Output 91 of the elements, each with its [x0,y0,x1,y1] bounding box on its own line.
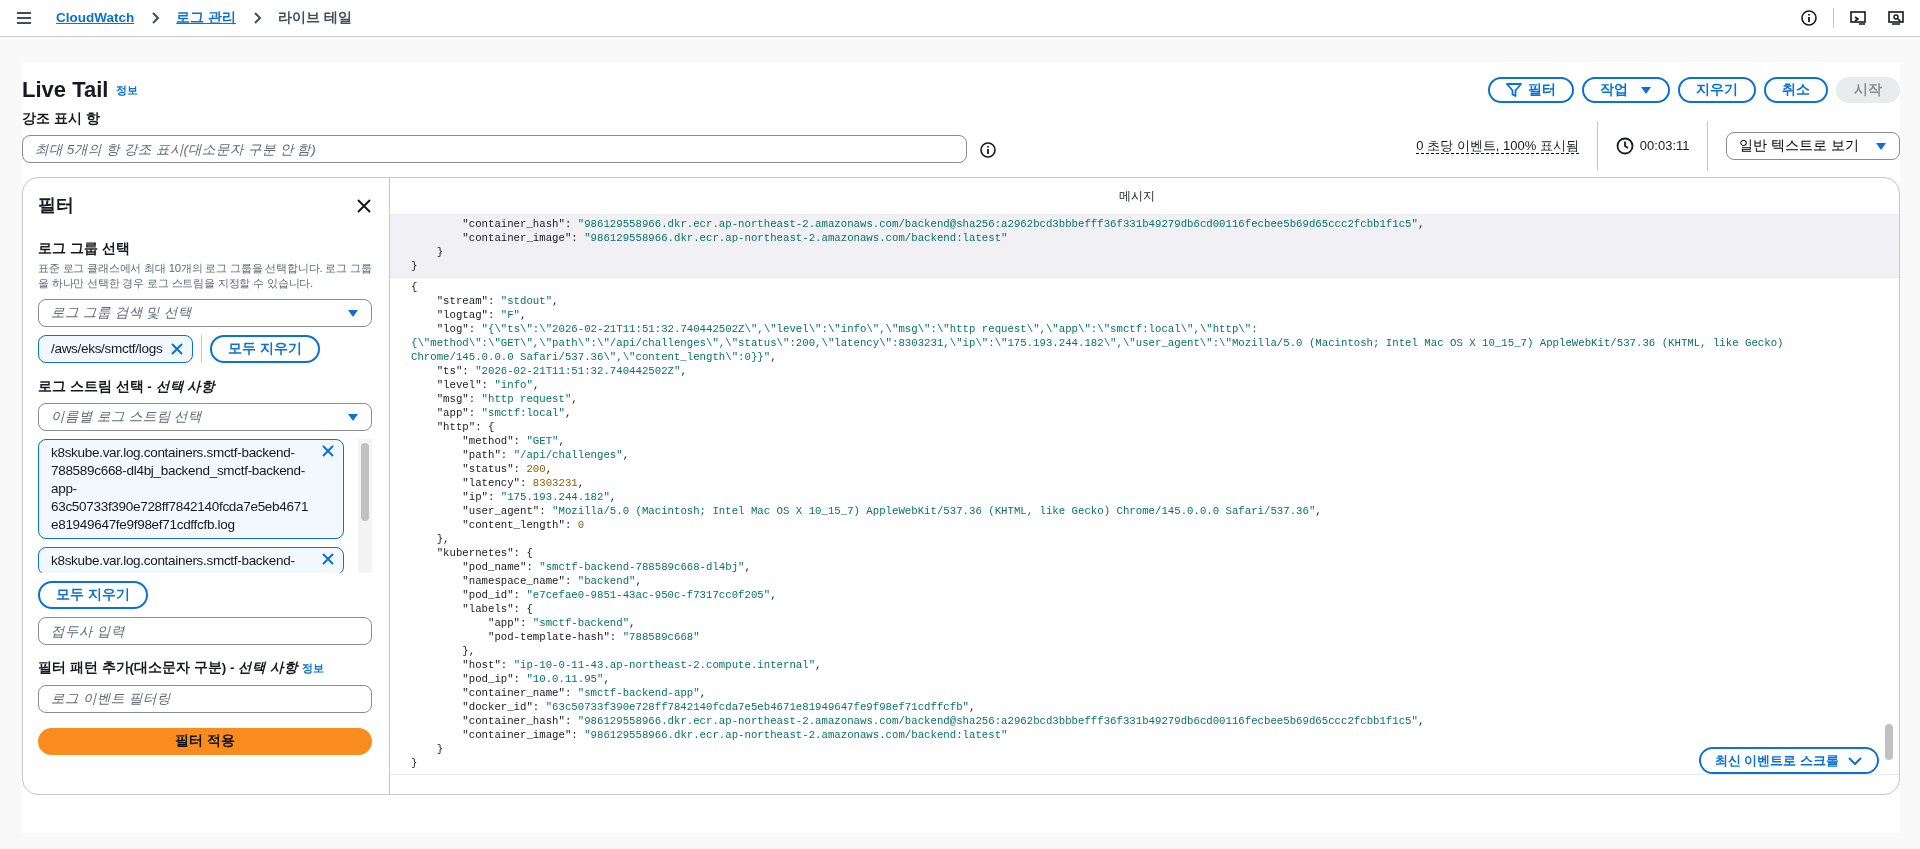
log-line: "ts": "2026-02-21T11:51:32.740442502Z", [435,364,687,378]
menu-icon[interactable] [16,10,32,26]
log-line: } [411,756,418,770]
log-line: {\"method\":\"GET\",\"path\":\"/api/challenges\",\"status\":200,\"latency\":8303231,\"ip\":\"175.193.244.182\",\"user_agent\":\"Mozilla/5.0 (Macintosh; Intel Mac OS X 10_15_7) AppleWebKit/537.36 (KHTML, like Gecko) [411,336,1784,350]
log-line: "pod_name": "smctf-backend-788589c668-dl4bj", [461,560,751,574]
log-line: "path": "/api/challenges", [461,448,630,462]
log-line: "msg": "http request", [435,392,578,406]
log-line: } [435,245,444,259]
info-icon[interactable] [1801,10,1817,26]
log-line: }, [435,532,450,546]
log-line: { [411,280,418,294]
action-button[interactable]: 필터 [1488,77,1574,103]
log-line: "namespace_name": "backend", [461,574,642,588]
log-line: "http": { [435,420,495,434]
remove-icon[interactable] [321,444,335,458]
log-line: "pod_id": "e7cefae0-9851-43ac-950c-f7317cc0f205", [461,588,777,602]
field-description: 표준 로그 클래스에서 최대 10개의 로그 그룹을 선택합니다. 로그 그룹을 하나만 선택한 경우 로그 스트림을 지정할 수 있습니다. [38,261,372,291]
log-line: "stream": "stdout", [435,294,559,308]
log-line: "host": "ip-10-0-11-43.ap-northeast-2.compute.internal", [461,658,822,672]
clear-all-button[interactable]: 모두 지우기 [38,581,148,609]
monitor-icon[interactable] [1888,10,1904,26]
log-line: "container_hash": "986129558966.dkr.ecr.ap-northeast-2.amazonaws.com/backend@sha256:a2962bcd3bbbefff36f331b49279db6cd00116fecbee5b69d65ccc2fcbb1f1c5", [461,714,1425,728]
log-line: "logtag": "F", [435,308,527,322]
log-line: "latency": 8303231, [461,476,585,490]
field-label: 필터 패턴 추가(대소문자 구분) - 선택 사항 [38,660,298,677]
panel-title: 필터 [38,194,74,217]
caret-icon [1640,85,1652,95]
scrollbar-thumb[interactable] [361,443,369,521]
apply-filter-button[interactable]: 필터 적용 [38,727,372,755]
log-line: Chrome/145.0.0.0 Safari/537.36\",\"content_length\":0}}", [411,350,777,364]
info-icon[interactable] [980,142,996,158]
action-button[interactable]: 지우기 [1678,77,1756,103]
info-link[interactable]: 정보 [116,81,139,99]
scrollbar-thumb[interactable] [1885,724,1893,760]
log-line: "user_agent": "Mozilla/5.0 (Macintosh; Intel Mac OS X 10_15_7) AppleWebKit/537.36 (KHTML, like Gecko) Chrome/145.0.0.0 Safari/537.36", [461,504,1322,518]
clock-icon [1615,137,1634,155]
log-line: "container_image": "986129558966.dkr.ecr.ap-northeast-2.amazonaws.com/backend:latest" [461,728,1008,742]
log-event-row[interactable] [390,215,1899,278]
filter-pattern-input[interactable]: 로그 이벤트 필터링 [38,684,372,713]
log-line: "kubernetes": { [435,546,533,560]
remove-icon[interactable] [321,552,335,566]
page-title: Live Tail [22,77,109,103]
breadcrumb-link[interactable]: CloudWatch [56,7,135,29]
log-line: "pod-template-hash": "788589c668" [486,630,700,644]
breadcrumb-current: 라이브 테일 [278,8,352,27]
field-label: 로그 스트림 선택 - 선택 사항 [38,379,217,395]
event-rate-text: 0 초당 이벤트, 100% 표시됨 [1416,138,1579,154]
scroll-to-latest-button[interactable]: 최신 이벤트로 스크롤 [1698,747,1879,774]
field-label: 강조 표시 항 [22,111,101,127]
log-line: "content_length": 0 [461,518,585,532]
log-line: "level": "info", [435,378,540,392]
clear-all-button[interactable]: 모두 지우기 [210,335,321,363]
caret-icon [347,308,359,318]
log-line: "container_hash": "986129558966.dkr.ecr.ap-northeast-2.amazonaws.com/backend@sha256:a2962bcd3bbbefff36f331b49279db6cd00116fecbee5b69d65ccc2fcbb1f1c5", [461,217,1425,231]
caret-icon [347,412,359,422]
log-line: "container_name": "smctf-backend-app", [461,686,707,700]
select-field[interactable]: 이름별 로그 스트림 선택 [38,403,372,431]
log-line: } [435,742,444,756]
chevron-right-icon [150,11,161,25]
log-line: "method": "GET", [461,434,565,448]
caret-icon [1875,141,1887,151]
log-line: "pod_ip": "10.0.11.95", [461,672,610,686]
log-line: } [411,259,418,273]
info-link[interactable]: 정보 [302,660,324,677]
chevron-right-icon [252,11,262,25]
elapsed-time: 00:03:11 [1639,137,1690,156]
log-line: "container_image": "986129558966.dkr.ecr.ap-northeast-2.amazonaws.com/backend:latest" [461,231,1008,245]
remove-icon[interactable] [170,342,185,356]
view-dropdown[interactable]: 일반 텍스트로 보기 [1726,132,1900,160]
log-line: "app": "smctf-backend", [486,616,636,630]
action-button[interactable]: 취소 [1764,77,1828,103]
log-line: }, [461,644,476,658]
log-line: "ip": "175.193.244.182", [461,490,617,504]
field-label: 로그 그룹 선택 [38,241,131,257]
close-icon[interactable] [356,197,372,214]
log-line: "status": 200, [461,462,553,476]
token-text: k8skube.var.log.containers.smctf-backend-788589c668-dl4bj_backend_smctf-backend-app-63c50733f390e728ff7842140fcda7e5eb4671e81949647fe9f98ef71cdffcfb.log [51,444,310,534]
select-field[interactable]: 로그 그룹 검색 및 선택 [38,299,372,327]
prefix-input[interactable]: 접두사 입력 [38,617,372,645]
log-line: "docker_id": "63c50733f390e728ff7842140fcda7e5eb4671e81949647fe9f98ef71cdffcfb", [461,700,976,714]
token-text: k8skube.var.log.containers.smctf-backend- [51,552,296,570]
breadcrumb-link[interactable]: 로그 관리 [176,7,236,29]
filter-icon [1506,82,1522,98]
column-header: 메시지 [1118,188,1155,205]
token-text: /aws/eks/smctf/logs [51,340,163,358]
log-line: "log": "{\"ts\":\"2026-02-21T11:51:32.740442502Z\",\"level\":\"info\",\"msg\":\"http request\",\"app\":\"smctf:local\",\"http\": [435,322,1258,336]
highlight-input[interactable]: 최대 5개의 항 강조 표시(대소문자 구분 안 함) [22,135,967,163]
log-line: "app": "smctf:local", [435,406,572,420]
action-button[interactable]: 작업 [1582,77,1670,103]
log-line: "labels": { [461,602,533,616]
monitor-icon[interactable] [1850,10,1866,26]
